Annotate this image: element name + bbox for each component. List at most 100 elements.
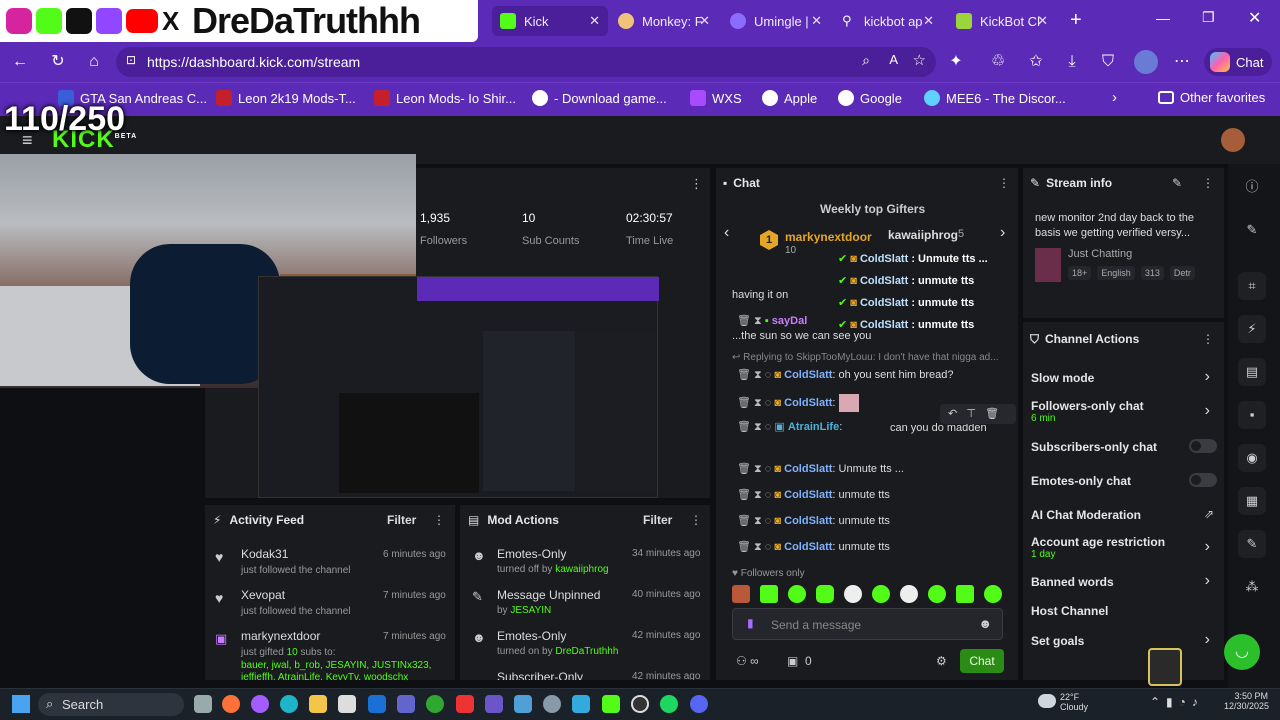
- tag[interactable]: 313: [1140, 266, 1164, 280]
- preview-more-icon[interactable]: ⋮: [690, 176, 703, 192]
- discord-icon[interactable]: [690, 695, 708, 713]
- emote-bar[interactable]: [732, 585, 1008, 603]
- zoom-icon[interactable]: ⌕: [862, 52, 870, 69]
- close-icon[interactable]: ✕: [699, 13, 710, 29]
- mod-filter-button[interactable]: Filter: [643, 513, 672, 527]
- home-icon[interactable]: ⌂: [84, 52, 104, 72]
- capture-icon[interactable]: ⌗: [1238, 272, 1266, 300]
- emote-icon[interactable]: [900, 585, 918, 603]
- firefox-icon[interactable]: [222, 695, 240, 713]
- taskbar-search[interactable]: ⌕ Search: [38, 693, 184, 716]
- read-aloud-icon[interactable]: A: [889, 52, 898, 67]
- restore-button[interactable]: ❐: [1202, 9, 1215, 26]
- favorites-icon[interactable]: ✩: [1026, 52, 1046, 72]
- bookmark-wxs[interactable]: WXS: [690, 90, 742, 106]
- send-chat-button[interactable]: Chat: [960, 649, 1004, 673]
- spotify-icon[interactable]: [660, 695, 678, 713]
- mod-tools[interactable]: 🗑 ⧗ ◌: [737, 463, 774, 475]
- stream-info-more-icon[interactable]: ⋮: [1202, 176, 1214, 190]
- activity-user[interactable]: Kodak31: [241, 547, 288, 561]
- emotes-only-toggle[interactable]: [1189, 473, 1217, 487]
- tag[interactable]: 18+: [1068, 266, 1092, 280]
- support-headset-icon[interactable]: ◡: [1224, 634, 1260, 670]
- slow-mode[interactable]: Slow mode: [1031, 371, 1094, 385]
- teams-icon[interactable]: [397, 695, 415, 713]
- copilot-icon[interactable]: [251, 695, 269, 713]
- tab-kick[interactable]: Kick ✕: [492, 6, 608, 36]
- edit-icon[interactable]: ✎: [1172, 176, 1182, 190]
- chat-more-icon[interactable]: ⋮: [998, 176, 1010, 190]
- chat-input[interactable]: ▮ Send a message ☻: [732, 608, 1003, 640]
- subscribers-only-toggle[interactable]: [1189, 439, 1217, 453]
- notes-icon[interactable]: ▤: [1238, 358, 1266, 386]
- bookmark-google[interactable]: Google: [838, 90, 902, 106]
- layout-icon[interactable]: ▦: [1238, 487, 1266, 515]
- extensions-icon[interactable]: ✦: [946, 52, 966, 72]
- message-user[interactable]: ColdSlatt: [784, 463, 832, 475]
- mod-tools[interactable]: 🗑 ⧗ ◌: [737, 489, 774, 501]
- emote-icon[interactable]: [788, 585, 806, 603]
- copilot-chat-button[interactable]: Chat: [1204, 48, 1272, 76]
- category-name[interactable]: Just Chatting: [1068, 248, 1132, 260]
- profile-sync-icon[interactable]: ♲: [988, 52, 1008, 72]
- weather-widget[interactable]: 22°F Cloudy: [1038, 692, 1088, 712]
- avatar[interactable]: [1134, 50, 1158, 74]
- tag[interactable]: English: [1097, 266, 1135, 280]
- tag[interactable]: Detr: [1169, 266, 1195, 280]
- emote-icon[interactable]: [928, 585, 946, 603]
- other-favorites[interactable]: Other favorites: [1158, 90, 1265, 105]
- bookmark-leon-mods[interactable]: Leon Mods- Io Shir...: [374, 90, 516, 106]
- emotes-only-chat[interactable]: Emotes-only chat: [1031, 474, 1131, 488]
- refresh-icon[interactable]: ↻: [48, 52, 68, 72]
- app-icon[interactable]: [572, 695, 590, 713]
- clock[interactable]: 3:50 PM 12/30/2025: [1224, 691, 1269, 711]
- activity-user[interactable]: markynextdoor: [241, 629, 320, 643]
- bookmarks-more-icon[interactable]: ›: [1112, 89, 1117, 106]
- favorite-star-icon[interactable]: ☆: [913, 51, 926, 69]
- tab-kickbot[interactable]: KickBot Cl ✕: [948, 6, 1056, 36]
- xbox-icon[interactable]: [426, 695, 444, 713]
- app-icon[interactable]: [456, 695, 474, 713]
- mod-user[interactable]: kawaiiphrog: [555, 564, 608, 575]
- gifters-next-icon[interactable]: ›: [1000, 224, 1005, 242]
- emoji-icon[interactable]: ☻: [978, 616, 992, 631]
- outlook-icon[interactable]: [368, 695, 386, 713]
- message-user[interactable]: sayDal: [772, 315, 807, 327]
- shield-icon[interactable]: ⛉: [1098, 52, 1118, 72]
- bookmark-download[interactable]: - Download game...: [532, 90, 667, 106]
- emote-icon[interactable]: [872, 585, 890, 603]
- banned-words[interactable]: Banned words: [1031, 575, 1114, 589]
- channel-actions-more-icon[interactable]: ⋮: [1202, 332, 1214, 346]
- apps-icon[interactable]: ⁂: [1238, 573, 1266, 601]
- tray-icons[interactable]: ⌃▮◔♪: [1150, 695, 1204, 709]
- app-icon[interactable]: [514, 695, 532, 713]
- obs-icon[interactable]: [631, 695, 649, 713]
- external-link-icon[interactable]: ⇗: [1204, 507, 1214, 521]
- mod-user[interactable]: JESAYIN: [510, 605, 551, 616]
- chevron-right-icon[interactable]: ›: [1205, 368, 1210, 386]
- host-channel[interactable]: Host Channel: [1031, 604, 1108, 618]
- mod-tools[interactable]: 🗑 ⧗ ◌: [737, 421, 774, 433]
- mod-tools[interactable]: 🗑 ⧗ ◌: [737, 515, 774, 527]
- lightning-icon[interactable]: ⚡: [1238, 315, 1266, 343]
- emote-icon[interactable]: [732, 585, 750, 603]
- emote-icon[interactable]: [956, 585, 974, 603]
- activity-filter-button[interactable]: Filter: [387, 513, 416, 527]
- close-icon[interactable]: ✕: [923, 13, 934, 29]
- more-icon[interactable]: ⋯: [1172, 52, 1192, 72]
- store-icon[interactable]: [338, 695, 356, 713]
- account-age-restriction[interactable]: Account age restriction 1 day: [1031, 535, 1165, 560]
- chat-settings-icon[interactable]: ⚙: [936, 654, 947, 668]
- edit-icon[interactable]: ✎: [1238, 216, 1266, 244]
- emote-icon[interactable]: [984, 585, 1002, 603]
- ai-chat-moderation[interactable]: AI Chat Moderation: [1031, 508, 1141, 522]
- chevron-right-icon[interactable]: ›: [1205, 402, 1210, 420]
- message-actions[interactable]: ↶ ⊤ 🗑: [940, 404, 1016, 424]
- activity-more-icon[interactable]: ⋮: [433, 513, 445, 527]
- followers-only-chat[interactable]: Followers-only chat 6 min: [1031, 399, 1144, 424]
- chevron-right-icon[interactable]: ›: [1205, 631, 1210, 649]
- set-goals[interactable]: Set goals: [1031, 634, 1084, 648]
- mod-tools[interactable]: 🗑 ⧗: [737, 315, 765, 327]
- bookmark-leon-2k19[interactable]: Leon 2k19 Mods-T...: [216, 90, 356, 106]
- windows-start-icon[interactable]: [12, 695, 30, 713]
